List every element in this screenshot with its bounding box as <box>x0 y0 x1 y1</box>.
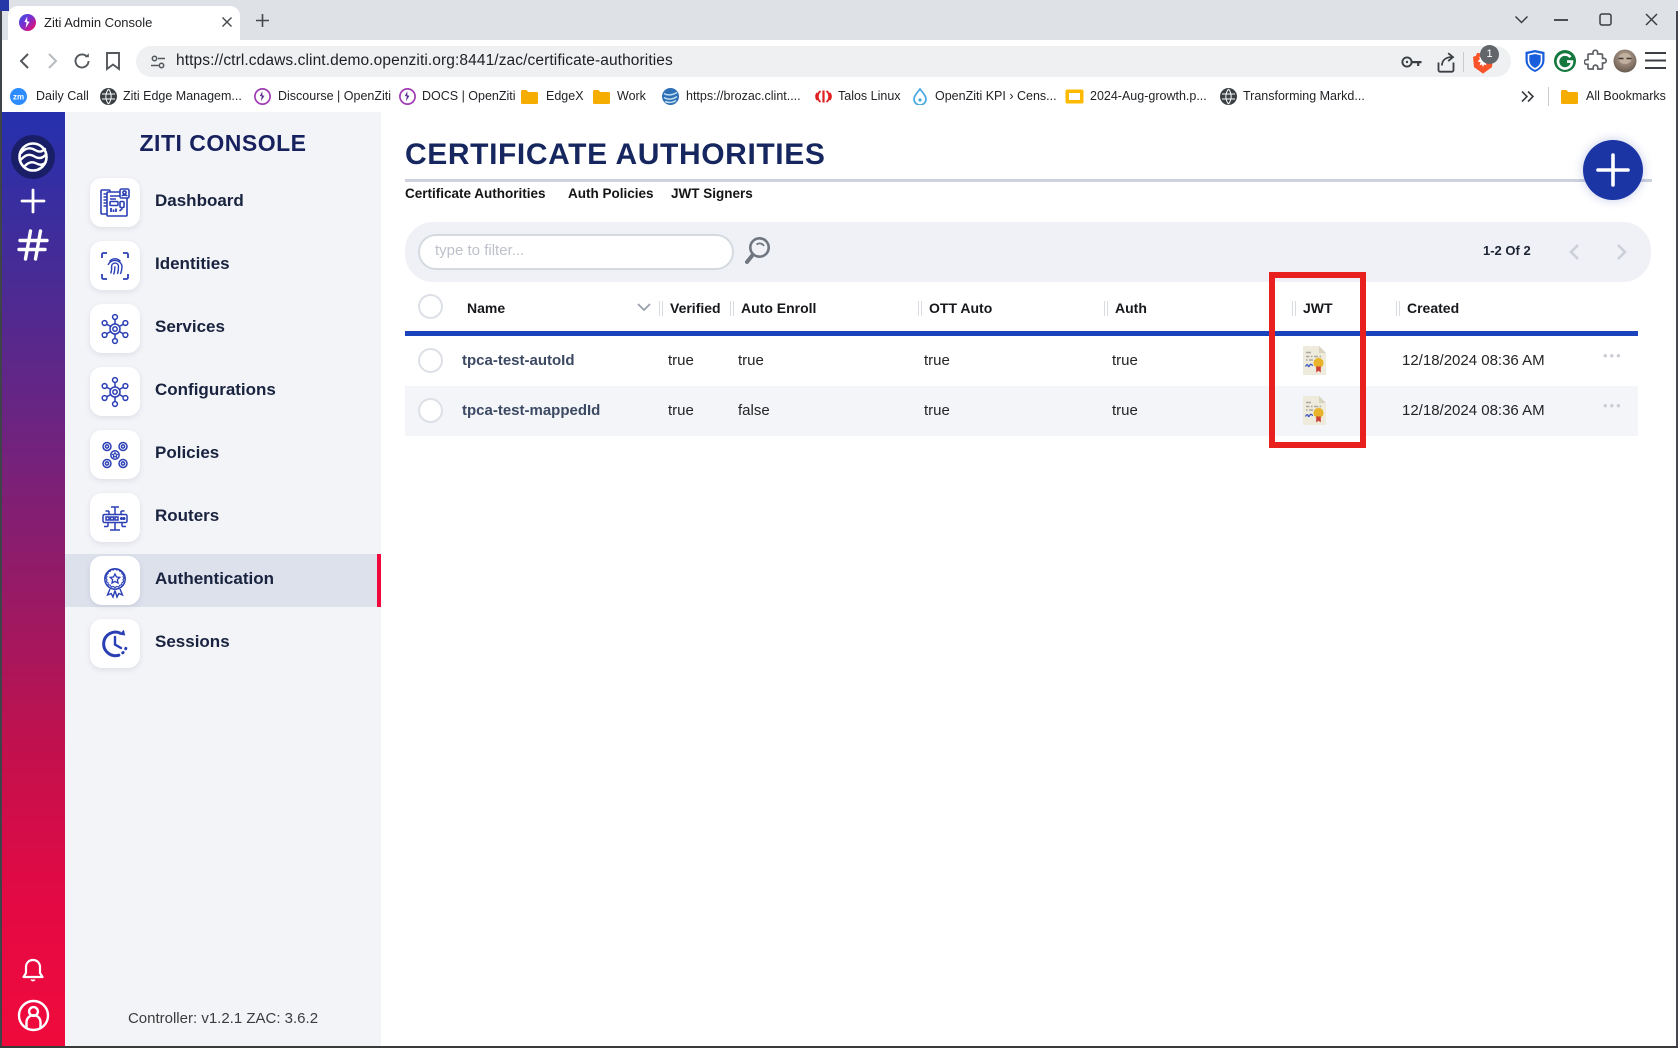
svg-text:zm: zm <box>13 93 24 102</box>
